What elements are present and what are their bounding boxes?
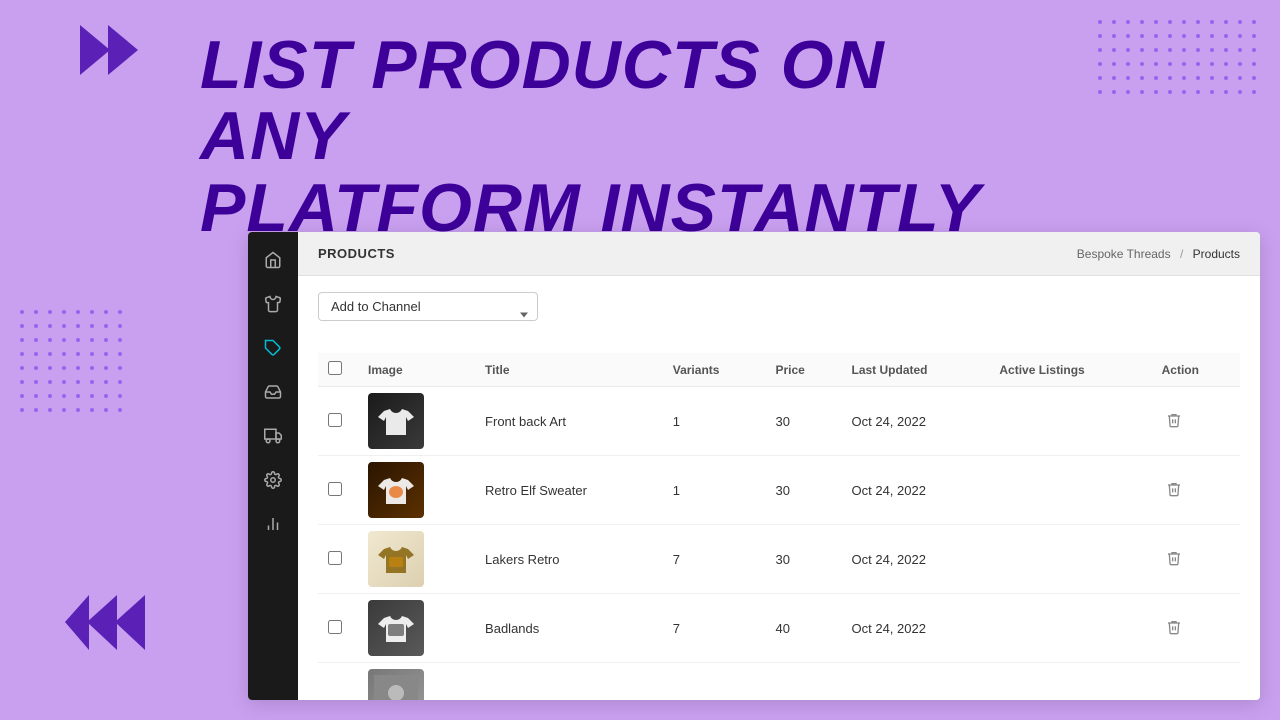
- product-price: [765, 663, 841, 701]
- delete-product-button[interactable]: [1162, 546, 1186, 573]
- product-variants: 1: [663, 456, 766, 525]
- select-all-checkbox[interactable]: [328, 361, 342, 375]
- product-image: [368, 462, 424, 518]
- delete-product-button[interactable]: [1162, 615, 1186, 642]
- row-checkbox[interactable]: [328, 413, 342, 427]
- channel-dropdown-wrapper: Add to Channel Shopify eBay Amazon Etsy: [318, 292, 538, 337]
- product-title: Retro Elf Sweater: [475, 456, 663, 525]
- product-active-listings: [989, 456, 1151, 525]
- product-title: Lakers Retro: [475, 525, 663, 594]
- table-row: Front back Art130Oct 24, 2022: [318, 387, 1240, 456]
- dot-grid-left: (function() { const grid = document.quer…: [20, 310, 126, 416]
- product-last-updated: Oct 24, 2022: [842, 456, 990, 525]
- product-active-listings: [989, 594, 1151, 663]
- table-row: Lakers Retro730Oct 24, 2022: [318, 525, 1240, 594]
- delete-product-button[interactable]: [1162, 477, 1186, 504]
- content-body: Add to Channel Shopify eBay Amazon Etsy …: [298, 276, 1260, 700]
- sidebar-item-analytics[interactable]: [255, 506, 291, 542]
- product-price: 30: [765, 525, 841, 594]
- breadcrumb-store: Bespoke Threads: [1077, 247, 1171, 261]
- product-variants: 1: [663, 387, 766, 456]
- product-variants: 7: [663, 525, 766, 594]
- col-header-variants: Variants: [663, 353, 766, 387]
- product-image: [368, 531, 424, 587]
- row-checkbox[interactable]: [328, 620, 342, 634]
- sidebar-item-inbox[interactable]: [255, 374, 291, 410]
- product-image: [368, 600, 424, 656]
- products-table: Image Title Variants Price Last Updated …: [318, 353, 1240, 700]
- sidebar-item-settings[interactable]: [255, 462, 291, 498]
- hero-title: LIST PRODUCTS ON ANY PLATFORM INSTANTLY: [200, 30, 1020, 244]
- sidebar-item-shipping[interactable]: [255, 418, 291, 454]
- breadcrumb: Bespoke Threads / Products: [1077, 247, 1240, 261]
- main-content: PRODUCTS Bespoke Threads / Products Add …: [298, 232, 1260, 700]
- col-header-image: Image: [358, 353, 475, 387]
- product-title: Front back Art: [475, 387, 663, 456]
- product-variants: 7: [663, 594, 766, 663]
- table-row: Badlands740Oct 24, 2022: [318, 594, 1240, 663]
- product-active-listings: [989, 663, 1151, 701]
- breadcrumb-current: Products: [1193, 247, 1240, 261]
- product-title: Badlands: [475, 594, 663, 663]
- product-active-listings: [989, 525, 1151, 594]
- product-active-listings: [989, 387, 1151, 456]
- product-last-updated: Oct 24, 2022: [842, 594, 990, 663]
- sidebar-item-products[interactable]: [255, 286, 291, 322]
- table-row: [318, 663, 1240, 701]
- product-image: [368, 669, 424, 700]
- product-price: 40: [765, 594, 841, 663]
- sidebar: [248, 232, 298, 700]
- product-last-updated: [842, 663, 990, 701]
- sidebar-item-home[interactable]: [255, 242, 291, 278]
- hero-section: LIST PRODUCTS ON ANY PLATFORM INSTANTLY: [200, 30, 1020, 244]
- col-header-checkbox: [318, 353, 358, 387]
- product-price: 30: [765, 387, 841, 456]
- sidebar-item-tags[interactable]: [255, 330, 291, 366]
- app-window: PRODUCTS Bespoke Threads / Products Add …: [248, 232, 1260, 700]
- col-header-action: Action: [1152, 353, 1240, 387]
- col-header-title: Title: [475, 353, 663, 387]
- dot-grid-top-right: (function() { const grid = document.quer…: [1098, 20, 1260, 98]
- col-header-last-updated: Last Updated: [842, 353, 990, 387]
- add-to-channel-dropdown[interactable]: Add to Channel Shopify eBay Amazon Etsy: [318, 292, 538, 321]
- content-header: PRODUCTS Bespoke Threads / Products: [298, 232, 1260, 276]
- row-checkbox[interactable]: [328, 482, 342, 496]
- delete-product-button[interactable]: [1162, 408, 1186, 435]
- product-last-updated: Oct 24, 2022: [842, 387, 990, 456]
- rewind-back-icon: [65, 590, 145, 660]
- breadcrumb-separator: /: [1180, 247, 1183, 261]
- col-header-active-listings: Active Listings: [989, 353, 1151, 387]
- play-forward-icon: [80, 20, 150, 85]
- product-image: [368, 393, 424, 449]
- table-row: Retro Elf Sweater130Oct 24, 2022: [318, 456, 1240, 525]
- product-last-updated: Oct 24, 2022: [842, 525, 990, 594]
- page-title: PRODUCTS: [318, 246, 395, 261]
- product-variants: [663, 663, 766, 701]
- row-checkbox[interactable]: [328, 551, 342, 565]
- product-price: 30: [765, 456, 841, 525]
- col-header-price: Price: [765, 353, 841, 387]
- product-title: [475, 663, 663, 701]
